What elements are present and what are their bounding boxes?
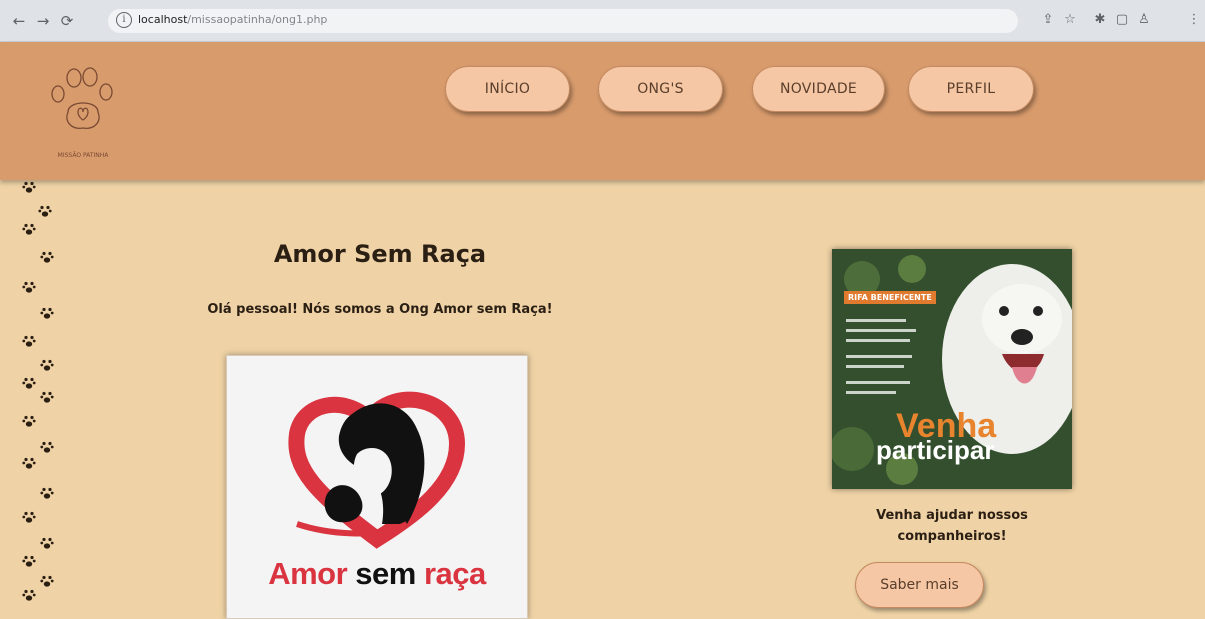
raffle-text-line — [846, 339, 910, 342]
raffle-text-line — [846, 319, 906, 322]
info-icon[interactable]: i — [116, 12, 132, 28]
paw-icon — [22, 415, 36, 427]
site-header: MISSÃO PATINHA INÍCIO ONG'S NOVIDADE PER… — [0, 42, 1205, 180]
paw-icon — [40, 487, 54, 499]
paw-icon — [40, 441, 54, 453]
heart-animals-icon — [288, 391, 466, 549]
paw-decoration — [0, 180, 60, 619]
org-logo-card: Amor sem raça — [226, 355, 528, 619]
org-greeting: Olá pessoal! Nós somos a Ong Amor sem Ra… — [207, 302, 553, 317]
logo-word-raca: raça — [423, 556, 486, 591]
logo-text: MISSÃO PATINHA — [57, 152, 109, 159]
paw-icon — [22, 181, 36, 193]
logo-word-amor: Amor — [268, 556, 348, 591]
raffle-headline-2: participar — [876, 435, 995, 465]
raffle-text-line — [846, 355, 912, 358]
paw-icon — [22, 377, 36, 389]
nav-novidade-button[interactable]: NOVIDADE — [752, 66, 885, 112]
profile-icon[interactable]: ♙ — [1136, 12, 1152, 28]
paw-icon — [22, 555, 36, 567]
raffle-text-line — [846, 365, 904, 368]
raffle-text-line — [846, 391, 896, 394]
paw-icon — [22, 457, 36, 469]
raffle-tag: RIFA BENEFICENTE — [844, 291, 936, 304]
paw-icon — [22, 335, 36, 347]
raffle-image[interactable]: RIFA BENEFICENTE Venha participar — [832, 249, 1072, 489]
paw-icon — [22, 589, 36, 601]
paw-icon — [40, 575, 54, 587]
raffle-text-line — [846, 329, 916, 332]
reload-icon[interactable]: ⟳ — [58, 12, 76, 30]
nav-ongs-button[interactable]: ONG'S — [598, 66, 723, 112]
saber-mais-button[interactable]: Saber mais — [855, 562, 984, 608]
paw-logo-icon — [51, 67, 113, 129]
url-text: localhost/missaopatinha/ong1.php — [138, 13, 328, 26]
paw-icon — [40, 251, 54, 263]
logo-word-sem: sem — [355, 556, 416, 591]
paw-icon — [22, 511, 36, 523]
paw-icon — [40, 307, 54, 319]
address-bar[interactable]: i localhost/missaopatinha/ong1.php — [108, 9, 1018, 33]
raffle-text-line — [846, 381, 910, 384]
paw-icon — [22, 223, 36, 235]
paw-icon — [38, 205, 52, 217]
extensions-icon[interactable]: ✱ — [1092, 12, 1108, 28]
paw-icon — [40, 391, 54, 403]
site-logo[interactable]: MISSÃO PATINHA — [38, 60, 128, 172]
arrow-left-icon[interactable]: ← — [10, 12, 28, 30]
menu-icon[interactable]: ⋮ — [1186, 12, 1202, 28]
nav-perfil-button[interactable]: PERFIL — [908, 66, 1034, 112]
sidepanel-icon[interactable]: ▢ — [1114, 12, 1130, 28]
share-icon[interactable]: ⇪ — [1040, 12, 1056, 28]
arrow-right-icon[interactable]: → — [34, 12, 52, 30]
paw-icon — [40, 537, 54, 549]
org-logo-wordmark: Amor sem raça — [227, 556, 527, 592]
paw-icon — [40, 359, 54, 371]
org-title: Amor Sem Raça — [273, 240, 487, 268]
star-icon[interactable]: ☆ — [1062, 12, 1078, 28]
paw-icon — [22, 281, 36, 293]
raffle-cta-text: Venha ajudar nossos companheiros! — [876, 508, 1028, 544]
browser-toolbar: ← → ⟳ i localhost/missaopatinha/ong1.php… — [0, 0, 1205, 42]
nav-inicio-button[interactable]: INÍCIO — [445, 66, 570, 112]
